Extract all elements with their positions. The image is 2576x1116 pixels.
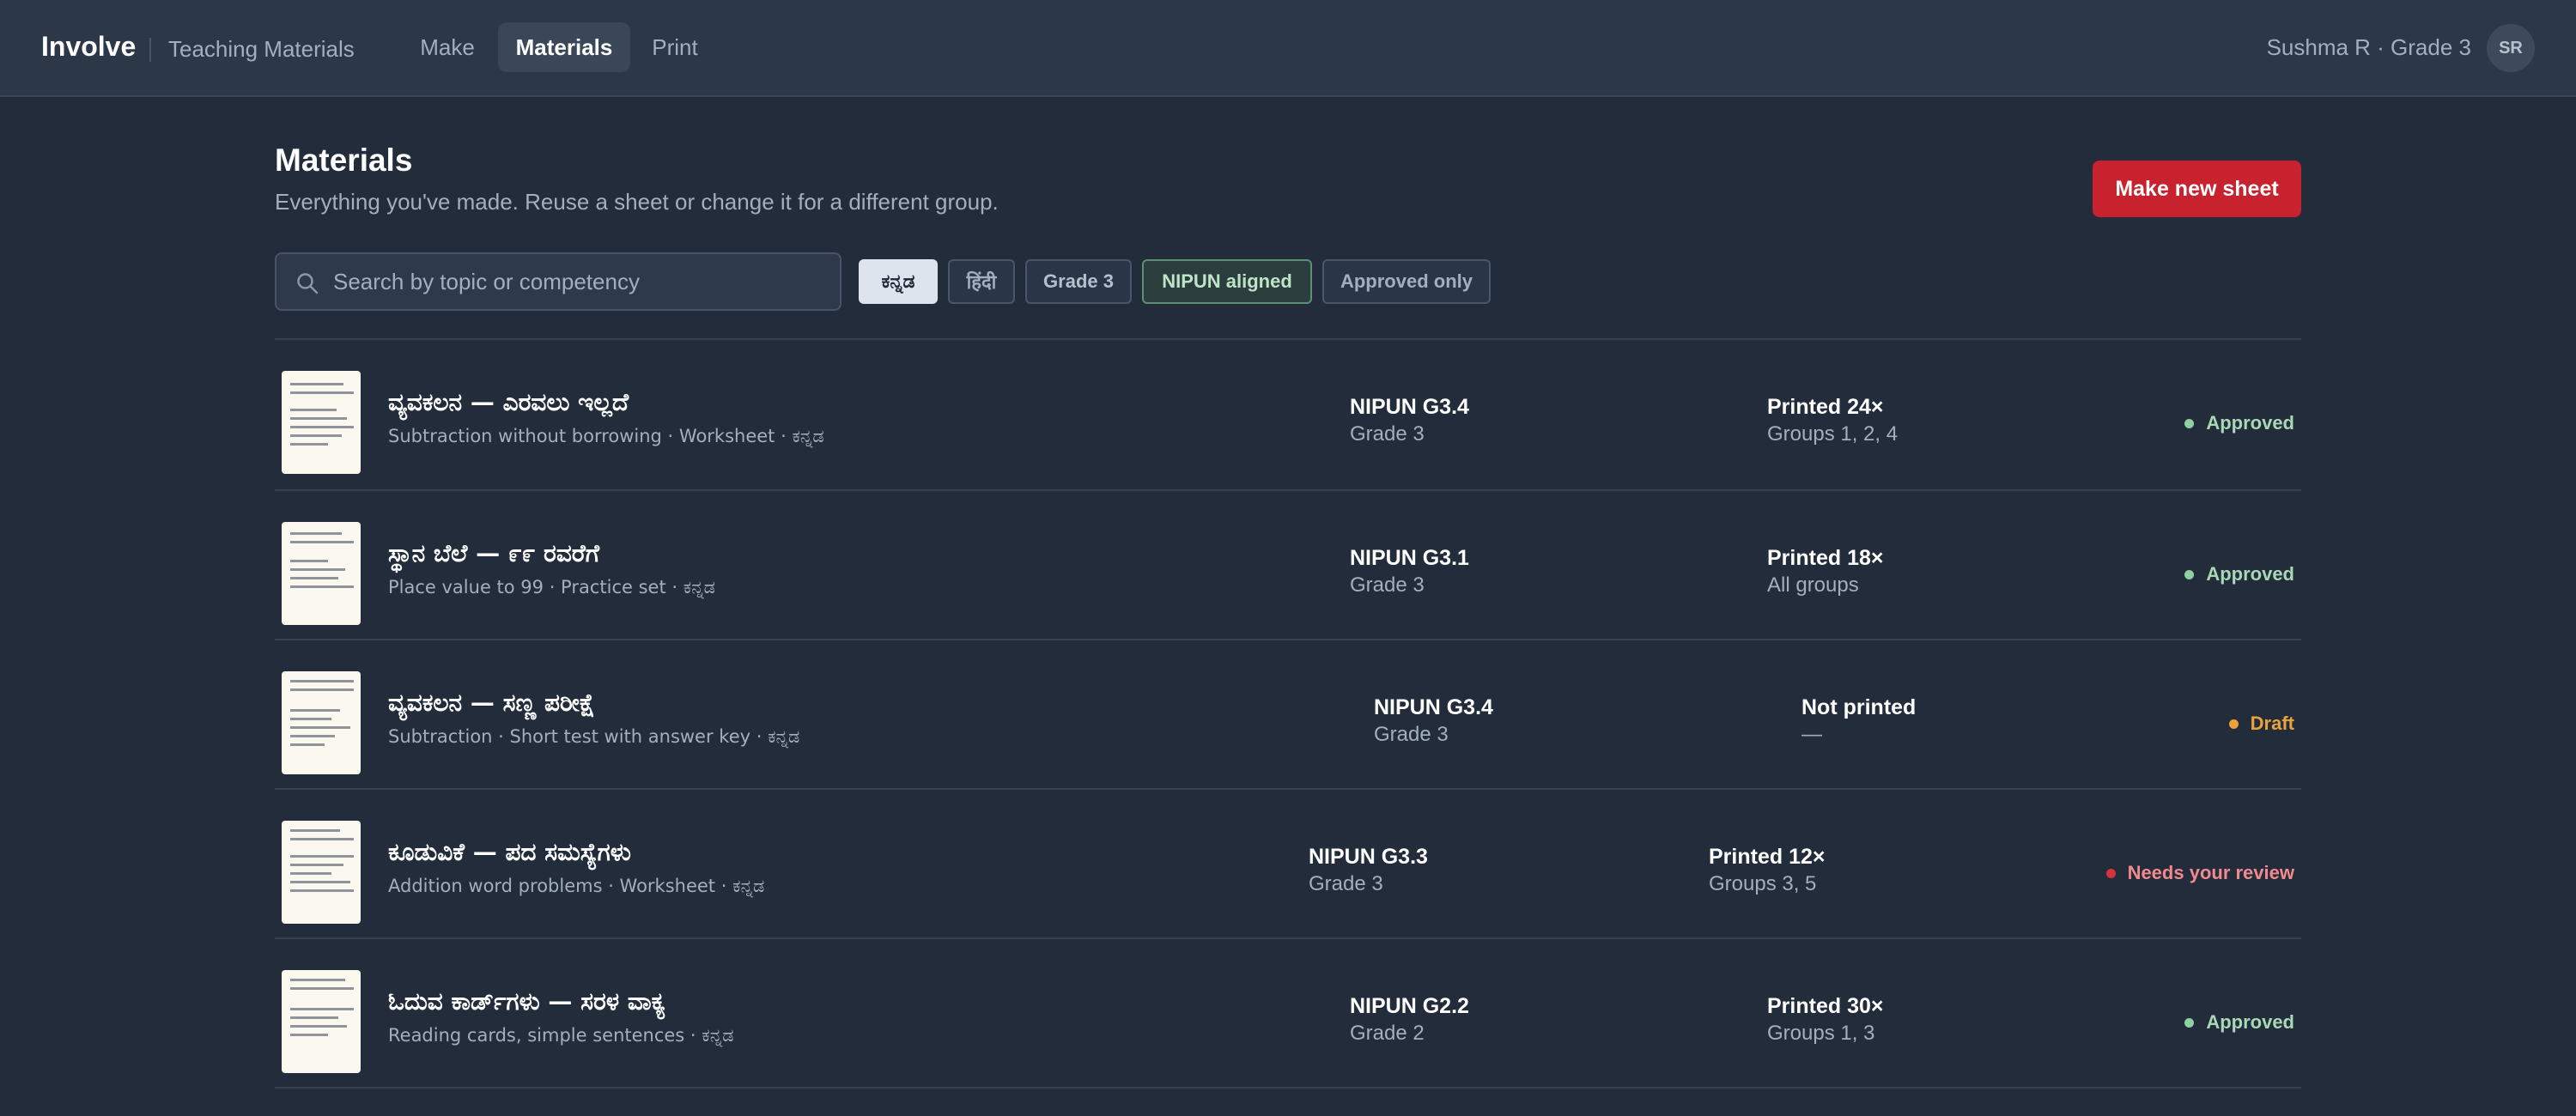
status-dot-icon (2184, 569, 2195, 579)
status-badge: Approved (2184, 563, 2294, 585)
brand-logo[interactable]: Involve (41, 31, 136, 63)
tab-make[interactable]: Make (404, 22, 491, 72)
status-badge: Approved (2184, 412, 2294, 434)
avatar[interactable]: SR (2487, 24, 2535, 72)
competency-grade: Grade 3 (1350, 573, 1425, 597)
material-subtitle: Subtraction without borrowing · Workshee… (388, 426, 824, 446)
material-title[interactable]: ಸ್ಥಾನ ಬೆಲೆ — ೯೯ ರವರೆಗೆ (388, 539, 599, 568)
status-label: Approved (2206, 1011, 2294, 1033)
status-label: Needs your review (2127, 862, 2294, 883)
filter-hindi[interactable]: हिंदी (948, 259, 1015, 304)
status-dot-icon (2184, 418, 2195, 428)
status-dot-icon (2228, 719, 2239, 729)
search-box[interactable] (275, 252, 841, 311)
page-title: Materials (275, 143, 413, 178)
status-label: Approved (2206, 412, 2294, 434)
print-count: Printed 12× (1709, 845, 1826, 869)
list-item[interactable]: ಸ್ಥಾನ ಬೆಲೆ — ೯೯ ರವರೆಗೆ Place value to 99… (275, 491, 2301, 640)
material-title[interactable]: ಕೂಡುವಿಕೆ — ಪದ ಸಮಸ್ಯೆಗಳು (388, 838, 631, 867)
competency-grade: Grade 3 (1309, 872, 1383, 895)
print-groups: Groups 3, 5 (1709, 872, 1817, 895)
competency-code: NIPUN G3.4 (1350, 395, 1469, 419)
tab-print[interactable]: Print (637, 22, 713, 72)
list-item[interactable]: ಓದುವ ಕಾರ್ಡ್‌ಗಳು — ಸರಳ ವಾಕ್ಯ Reading card… (275, 939, 2301, 1089)
print-groups: — (1801, 723, 1822, 746)
competency-code: NIPUN G2.2 (1350, 994, 1469, 1018)
material-subtitle: Subtraction · Short test with answer key… (388, 726, 800, 747)
top-bar: Involve Teaching Materials Make Material… (0, 0, 2576, 97)
brand-divider (149, 38, 151, 62)
list-item[interactable]: ವ್ಯವಕಲನ — ಎರವಲು ಇಲ್ಲದೆ Subtraction witho… (275, 340, 2301, 489)
status-dot-icon (2184, 1017, 2195, 1028)
filter-grade-3[interactable]: Grade 3 (1025, 259, 1132, 304)
page-subtitle: Everything you've made. Reuse a sheet or… (275, 189, 999, 215)
status-badge: Needs your review (2105, 862, 2294, 884)
filter-approved-only[interactable]: Approved only (1322, 259, 1491, 304)
print-count: Printed 18× (1767, 546, 1884, 570)
material-title[interactable]: ವ್ಯವಕಲನ — ಎರವಲು ಇಲ್ಲದೆ (388, 388, 629, 417)
sheet-thumbnail[interactable] (282, 522, 361, 625)
user-name[interactable]: Sushma R · Grade 3 (2267, 34, 2471, 61)
competency-grade: Grade 3 (1374, 723, 1449, 746)
filter-nipun-aligned[interactable]: NIPUN aligned (1142, 259, 1312, 304)
material-subtitle: Place value to 99 · Practice set · ಕನ್ನಡ (388, 577, 716, 597)
print-count: Printed 30× (1767, 994, 1884, 1018)
search-input[interactable] (333, 264, 823, 299)
print-groups: All groups (1767, 573, 1859, 597)
sheet-thumbnail[interactable] (282, 821, 361, 924)
print-count: Printed 24× (1767, 395, 1884, 419)
competency-code: NIPUN G3.4 (1374, 695, 1493, 719)
competency-grade: Grade 2 (1350, 1022, 1425, 1045)
list-item[interactable]: ವ್ಯವಕಲನ — ಸಣ್ಣ ಪರೀಕ್ಷೆ Subtraction · Sho… (275, 640, 2301, 790)
filter-kannada[interactable]: ಕನ್ನಡ (859, 259, 938, 304)
sheet-thumbnail[interactable] (282, 970, 361, 1073)
sheet-thumbnail[interactable] (282, 671, 361, 774)
row-divider (275, 1087, 2301, 1089)
status-badge: Draft (2228, 713, 2294, 735)
material-title[interactable]: ಓದುವ ಕಾರ್ಡ್‌ಗಳು — ಸರಳ ವಾಕ್ಯ (388, 987, 665, 1016)
status-badge: Approved (2184, 1011, 2294, 1034)
competency-code: NIPUN G3.3 (1309, 845, 1428, 869)
status-dot-icon (2105, 868, 2116, 878)
search-icon (297, 273, 319, 294)
status-label: Approved (2206, 563, 2294, 585)
material-subtitle: Addition word problems · Worksheet · ಕನ್… (388, 876, 765, 896)
material-title[interactable]: ವ್ಯವಕಲನ — ಸಣ್ಣ ಪರೀಕ್ಷೆ (388, 688, 595, 718)
print-groups: Groups 1, 2, 4 (1767, 422, 1899, 446)
competency-code: NIPUN G3.1 (1350, 546, 1469, 570)
list-item[interactable]: ಕೂಡುವಿಕೆ — ಪದ ಸಮಸ್ಯೆಗಳು Addition word pr… (275, 790, 2301, 939)
print-count: Not printed (1801, 695, 1917, 719)
competency-grade: Grade 3 (1350, 422, 1425, 446)
sheet-thumbnail[interactable] (282, 371, 361, 474)
brand-subtitle: Teaching Materials (168, 36, 355, 62)
make-new-sheet-button[interactable]: Make new sheet (2093, 161, 2301, 217)
material-subtitle: Reading cards, simple sentences · ಕನ್ನಡ (388, 1025, 734, 1046)
status-label: Draft (2250, 713, 2294, 734)
tab-materials[interactable]: Materials (498, 22, 630, 72)
print-groups: Groups 1, 3 (1767, 1022, 1875, 1045)
